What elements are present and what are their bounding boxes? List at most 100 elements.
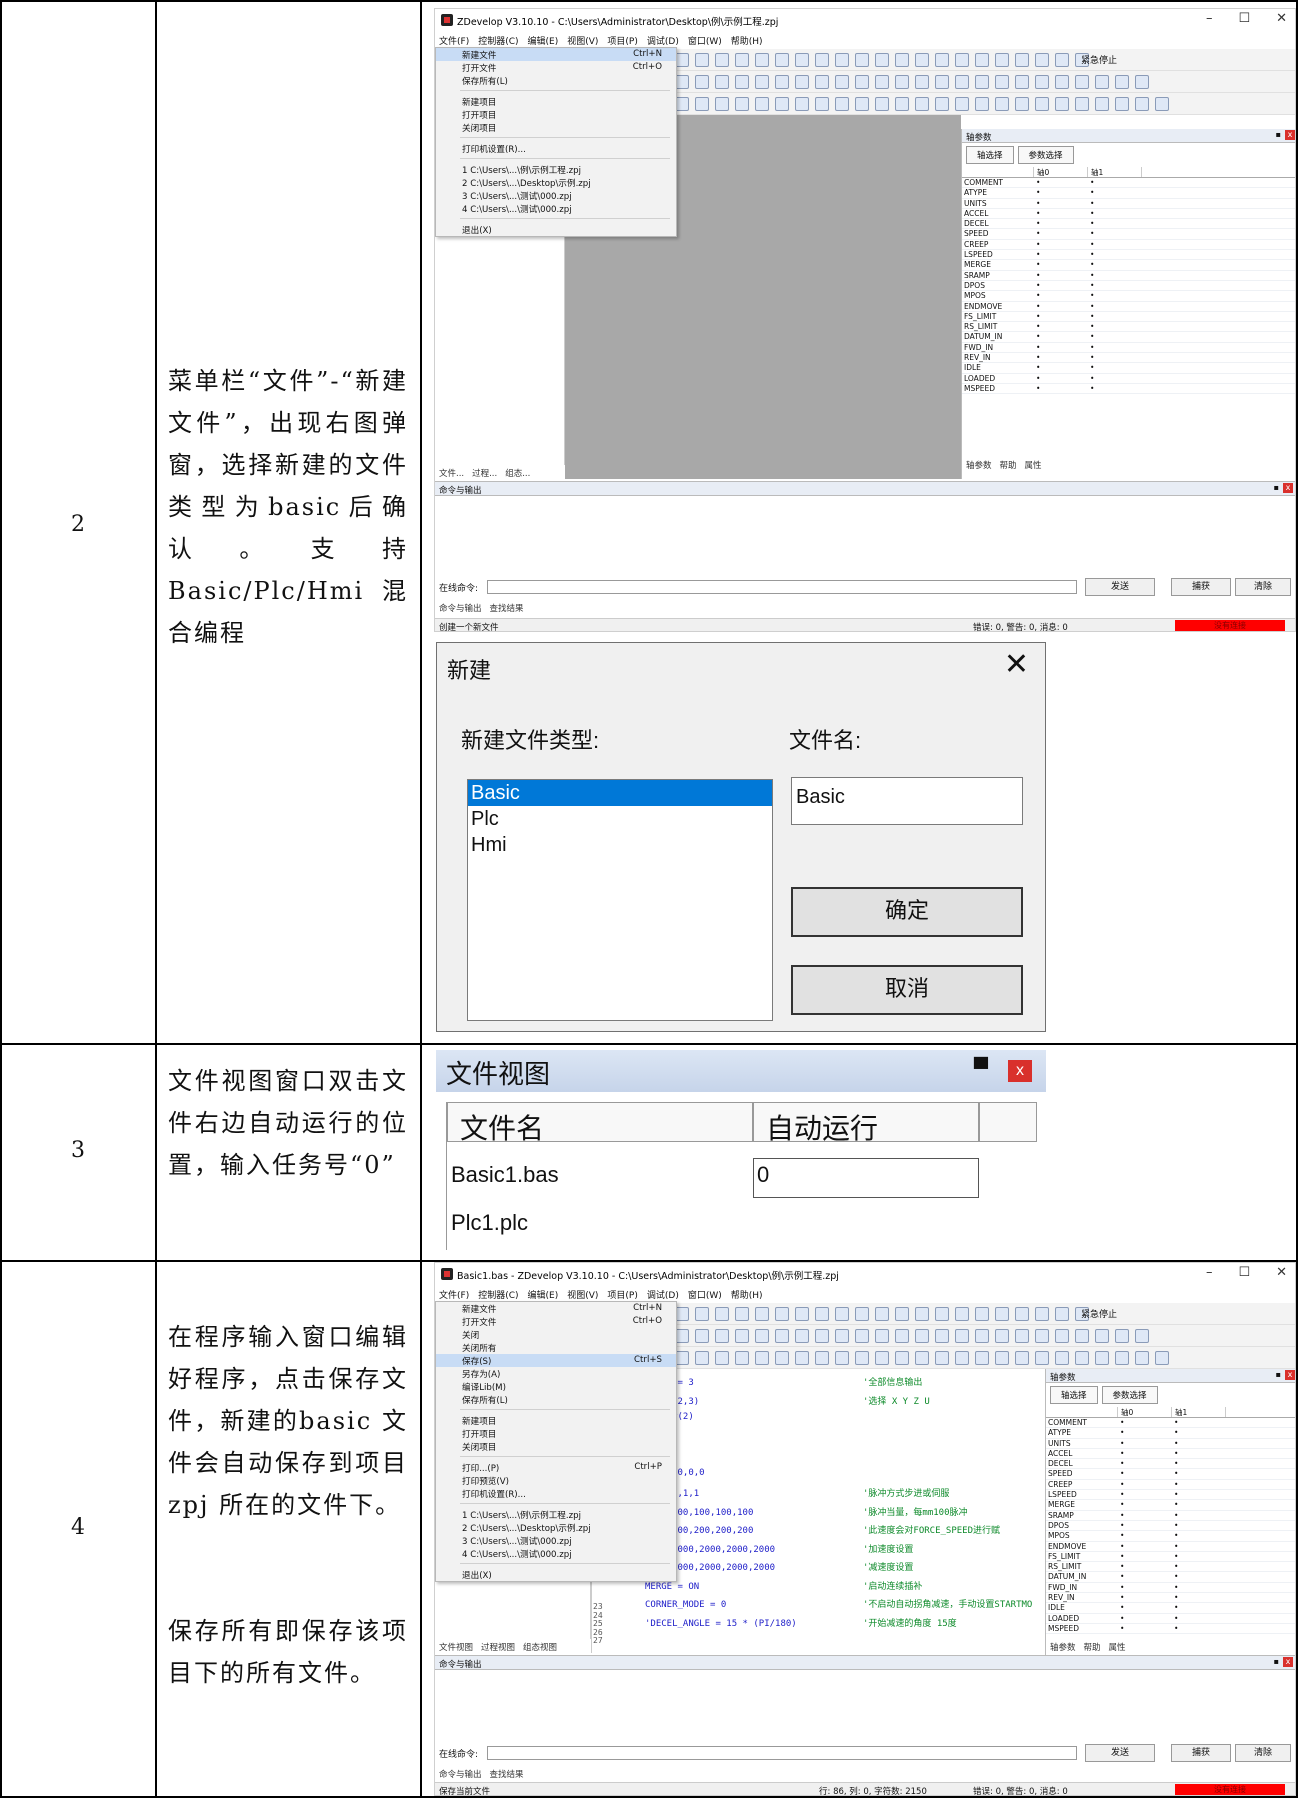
close-icon[interactable]: ✕: [1276, 11, 1287, 26]
menu-item[interactable]: 2 C:\Users\...\Desktop\示例.zpj: [436, 1521, 676, 1534]
axis1-value[interactable]: •: [1088, 291, 1142, 300]
tab-axis-params[interactable]: 轴参数: [1050, 1641, 1076, 1653]
axis1-value[interactable]: •: [1088, 240, 1142, 249]
menu-item[interactable]: 保存所有(L): [436, 74, 676, 87]
axis0-value[interactable]: •: [1118, 1469, 1172, 1478]
axis0-value[interactable]: •: [1034, 260, 1088, 269]
axis-param-row[interactable]: ATYPE • •: [1046, 1428, 1295, 1439]
axis-param-row[interactable]: MERGE • •: [962, 260, 1295, 271]
menu-item[interactable]: 新建文件 Ctrl+N: [436, 48, 676, 61]
menu-item[interactable]: 退出(X): [436, 223, 676, 236]
window-controls[interactable]: – ☐ ✕: [1206, 11, 1287, 26]
menu-item[interactable]: 打开文件 Ctrl+O: [436, 1315, 676, 1328]
window-controls[interactable]: – ☐ ✕: [1206, 1265, 1287, 1280]
axis0-value[interactable]: •: [1118, 1542, 1172, 1551]
axis-param-row[interactable]: FWD_IN • •: [1046, 1583, 1295, 1594]
axis-param-row[interactable]: LOADED • •: [1046, 1614, 1295, 1624]
maximize-icon[interactable]: ☐: [1238, 11, 1250, 26]
axis-param-row[interactable]: DATUM_IN • •: [1046, 1572, 1295, 1583]
menu-item[interactable]: 保存所有(L): [436, 1393, 676, 1406]
menu-item[interactable]: 另存为(A): [436, 1367, 676, 1380]
axis-param-row[interactable]: FWD_IN • •: [962, 343, 1295, 354]
menu-item[interactable]: 关闭所有: [436, 1341, 676, 1354]
menu-item[interactable]: 关闭项目: [436, 1440, 676, 1453]
menu-item[interactable]: 新建项目: [436, 95, 676, 108]
axis1-value[interactable]: •: [1088, 343, 1142, 352]
axis-param-row[interactable]: MPOS • •: [1046, 1531, 1295, 1542]
menu-item[interactable]: 1 C:\Users\...\例\示例工程.zpj: [436, 163, 676, 176]
tab-find-results[interactable]: 查找结果: [490, 602, 524, 614]
axis1-value[interactable]: •: [1088, 281, 1142, 290]
param-select-button[interactable]: 参数选择: [1101, 1386, 1158, 1404]
axis0-value[interactable]: •: [1034, 312, 1088, 321]
axis1-value[interactable]: •: [1172, 1593, 1226, 1602]
axis0-value[interactable]: •: [1034, 250, 1088, 259]
axis0-value[interactable]: •: [1034, 332, 1088, 341]
axis0-value[interactable]: •: [1118, 1480, 1172, 1489]
tab-file-view[interactable]: 文件视图: [439, 1641, 473, 1653]
axis-param-row[interactable]: REV_IN • •: [1046, 1593, 1295, 1604]
menu-window[interactable]: 窗口(W): [688, 1288, 722, 1303]
menu-item[interactable]: 4 C:\Users\...\测试\000.zpj: [436, 1547, 676, 1560]
close-icon[interactable]: ✕: [1004, 647, 1029, 682]
close-icon[interactable]: x: [1008, 1060, 1032, 1082]
axis1-value[interactable]: •: [1172, 1480, 1226, 1489]
pin-icon[interactable]: ▪: [1274, 483, 1279, 492]
menu-item[interactable]: 4 C:\Users\...\测试\000.zpj: [436, 202, 676, 215]
axis-param-row[interactable]: CREEP • •: [962, 240, 1295, 251]
axis0-value[interactable]: •: [1118, 1500, 1172, 1509]
axis1-value[interactable]: •: [1172, 1469, 1226, 1478]
capture-button[interactable]: 捕获: [1171, 1744, 1231, 1762]
axis-param-row[interactable]: ENDMOVE • •: [962, 302, 1295, 312]
toolbar-icons[interactable]: [675, 1351, 1169, 1365]
axis0-value[interactable]: •: [1118, 1531, 1172, 1540]
axis0-value[interactable]: •: [1034, 188, 1088, 197]
menu-item[interactable]: 打开项目: [436, 1427, 676, 1440]
tab-process-view[interactable]: 过程视图: [481, 1641, 515, 1653]
close-icon[interactable]: x: [1283, 1657, 1293, 1667]
axis1-value[interactable]: •: [1088, 219, 1142, 228]
axis-param-row[interactable]: LOADED • •: [962, 374, 1295, 384]
ok-button[interactable]: 确定: [791, 887, 1023, 937]
axis-param-row[interactable]: UNITS • •: [1046, 1439, 1295, 1449]
axis-select-button[interactable]: 轴选择: [1050, 1386, 1098, 1404]
axis1-value[interactable]: •: [1088, 209, 1142, 218]
axis1-value[interactable]: •: [1172, 1562, 1226, 1571]
axis1-value[interactable]: •: [1172, 1428, 1226, 1437]
axis-param-row[interactable]: UNITS • •: [962, 199, 1295, 209]
menu-help[interactable]: 帮助(H): [731, 34, 763, 49]
toolbar-icons[interactable]: [675, 53, 1089, 67]
axis1-value[interactable]: •: [1088, 332, 1142, 341]
send-button[interactable]: 发送: [1085, 1744, 1155, 1762]
axis1-value[interactable]: •: [1088, 302, 1142, 311]
pin-icon[interactable]: ▪: [1274, 1657, 1279, 1666]
axis0-value[interactable]: •: [1118, 1449, 1172, 1458]
axis-param-row[interactable]: ATYPE • •: [962, 188, 1295, 199]
clear-button[interactable]: 清除: [1235, 1744, 1291, 1762]
axis1-value[interactable]: •: [1172, 1572, 1226, 1581]
cancel-button[interactable]: 取消: [791, 965, 1023, 1015]
axis-param-row[interactable]: IDLE • •: [1046, 1603, 1295, 1614]
axis0-value[interactable]: •: [1118, 1572, 1172, 1581]
axis1-value[interactable]: •: [1088, 374, 1142, 383]
axis-param-row[interactable]: COMMENT • •: [1046, 1418, 1295, 1429]
axis-param-row[interactable]: SPEED • •: [1046, 1469, 1295, 1480]
pin-icon[interactable]: ▀: [974, 1058, 988, 1081]
axis0-value[interactable]: •: [1034, 302, 1088, 311]
menu-help[interactable]: 帮助(H): [731, 1288, 763, 1303]
axis1-value[interactable]: •: [1088, 353, 1142, 362]
axis-param-row[interactable]: COMMENT • •: [962, 178, 1295, 189]
axis1-value[interactable]: •: [1088, 312, 1142, 321]
menu-item[interactable]: 退出(X): [436, 1568, 676, 1581]
minimize-icon[interactable]: –: [1206, 1265, 1213, 1280]
axis0-value[interactable]: •: [1034, 291, 1088, 300]
axis0-value[interactable]: •: [1118, 1583, 1172, 1592]
file-type-option[interactable]: Plc: [468, 806, 772, 832]
axis0-value[interactable]: •: [1034, 271, 1088, 280]
toolbar-icons[interactable]: [675, 1307, 1089, 1321]
capture-button[interactable]: 捕获: [1171, 578, 1231, 596]
tab-command-output[interactable]: 命令与输出: [439, 602, 482, 614]
axis0-value[interactable]: •: [1034, 363, 1088, 372]
axis1-value[interactable]: •: [1088, 178, 1142, 187]
axis-param-row[interactable]: MSPEED • •: [1046, 1624, 1295, 1635]
